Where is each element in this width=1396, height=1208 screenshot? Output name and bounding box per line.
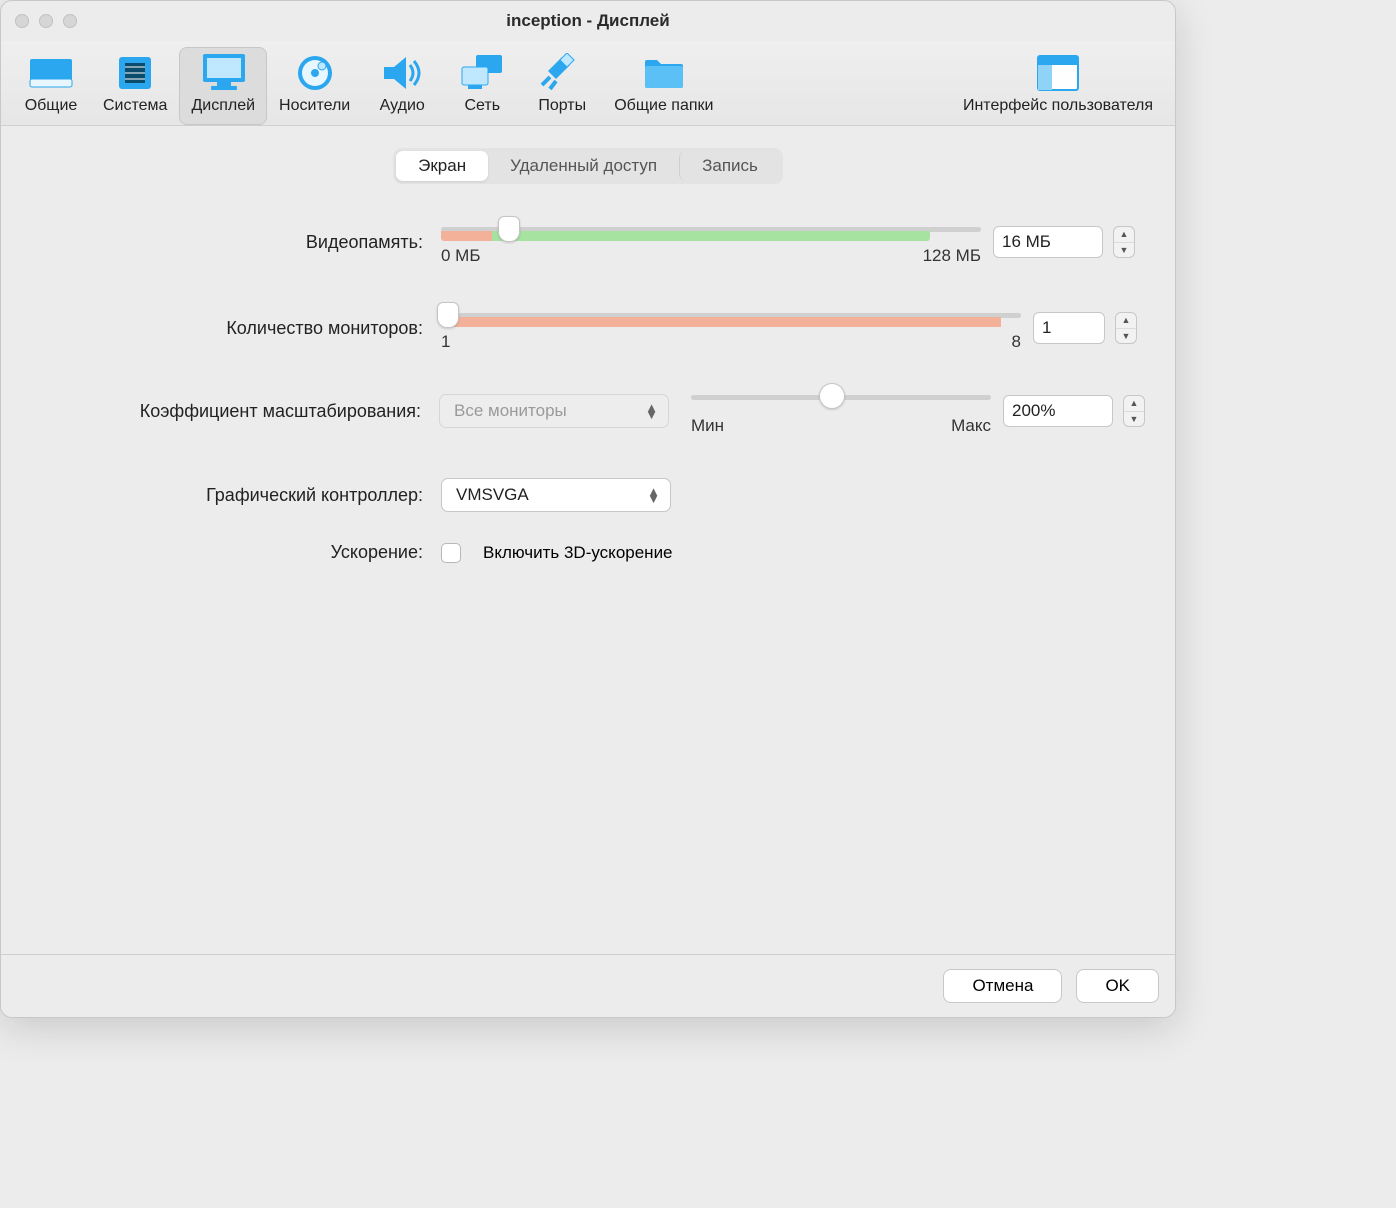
slider-max-label: Макс — [951, 416, 991, 436]
spinbox-scale-factor[interactable]: 200% — [1003, 395, 1113, 427]
toolbar-item-audio[interactable]: Аудио — [362, 47, 442, 125]
subtabs: Экран Удаленный доступ Запись — [393, 148, 783, 184]
audio-icon — [378, 53, 426, 93]
slider-min-label: Мин — [691, 416, 724, 436]
label-graphics-controller: Графический контроллер: — [31, 485, 441, 506]
checkbox-3d-acceleration[interactable] — [441, 543, 461, 563]
slider-min-label: 0 МБ — [441, 246, 481, 266]
toolbar-label: Общие папки — [614, 97, 713, 115]
row-monitor-count: Количество мониторов: 1 8 1 — [31, 304, 1145, 352]
spinbox-monitor-count[interactable]: 1 — [1033, 312, 1105, 344]
tab-remote[interactable]: Удаленный доступ — [488, 151, 679, 181]
slider-thumb[interactable] — [498, 216, 520, 242]
stepper-video-memory[interactable]: ▲ ▼ — [1113, 226, 1135, 258]
row-video-memory: Видеопамять: 0 МБ 128 МБ 16 МБ — [31, 218, 1145, 266]
ok-button[interactable]: OK — [1076, 969, 1159, 1003]
slider-video-memory[interactable] — [441, 218, 981, 240]
titlebar: inception - Дисплей — [1, 1, 1175, 41]
display-icon — [199, 53, 247, 93]
stepper-down-icon[interactable]: ▼ — [1124, 412, 1144, 427]
general-icon — [27, 53, 75, 93]
stepper-up-icon[interactable]: ▲ — [1116, 313, 1136, 329]
slider-monitor-count[interactable] — [441, 304, 1001, 326]
spinbox-value[interactable]: 16 МБ — [994, 227, 1102, 257]
network-icon — [458, 53, 506, 93]
content-area: Экран Удаленный доступ Запись Видеопамят… — [1, 126, 1175, 954]
ui-icon — [1034, 53, 1082, 93]
storage-icon — [291, 53, 339, 93]
slider-thumb[interactable] — [819, 383, 845, 409]
stepper-monitor-count[interactable]: ▲ ▼ — [1115, 312, 1137, 344]
toolbar-item-network[interactable]: Сеть — [442, 47, 522, 125]
stepper-scale-factor[interactable]: ▲ ▼ — [1123, 395, 1145, 427]
settings-toolbar: Общие Система Дисплей Носители — [1, 41, 1175, 126]
toolbar-label: Система — [103, 97, 167, 115]
tab-screen[interactable]: Экран — [396, 151, 488, 181]
label-monitor-count: Количество мониторов: — [31, 318, 441, 339]
folder-icon — [640, 53, 688, 93]
label-acceleration: Ускорение: — [31, 542, 441, 563]
toolbar-label: Аудио — [380, 97, 425, 115]
window-title: inception - Дисплей — [1, 11, 1175, 31]
checkbox-label: Включить 3D-ускорение — [483, 543, 673, 563]
label-video-memory: Видеопамять: — [31, 232, 441, 253]
dialog-footer: Отмена OK — [1, 954, 1175, 1017]
stepper-up-icon[interactable]: ▲ — [1124, 396, 1144, 412]
toolbar-label: Порты — [538, 97, 586, 115]
toolbar-label: Дисплей — [191, 97, 255, 115]
toolbar-label: Носители — [279, 97, 350, 115]
row-scale-factor: Коэффициент масштабирования: Все монитор… — [31, 386, 1145, 436]
spinbox-value[interactable]: 1 — [1034, 313, 1104, 343]
toolbar-item-system[interactable]: Система — [91, 47, 179, 125]
toolbar-item-user-interface[interactable]: Интерфейс пользователя — [951, 47, 1165, 125]
row-acceleration: Ускорение: Включить 3D-ускорение — [31, 542, 1145, 563]
chevron-updown-icon: ▲▼ — [647, 488, 660, 502]
spinbox-value[interactable]: 200% — [1004, 396, 1112, 426]
toolbar-item-general[interactable]: Общие — [11, 47, 91, 125]
chevron-updown-icon: ▲▼ — [645, 404, 658, 418]
slider-scale-factor[interactable] — [691, 386, 991, 408]
settings-window: inception - Дисплей Общие Система Диспле… — [0, 0, 1176, 1018]
toolbar-item-display[interactable]: Дисплей — [179, 47, 267, 125]
stepper-down-icon[interactable]: ▼ — [1116, 329, 1136, 344]
select-value: VMSVGA — [456, 485, 637, 505]
slider-thumb[interactable] — [437, 302, 459, 328]
spinbox-video-memory[interactable]: 16 МБ — [993, 226, 1103, 258]
toolbar-label: Интерфейс пользователя — [963, 97, 1153, 115]
slider-max-label: 8 — [1012, 332, 1021, 352]
select-value: Все мониторы — [454, 401, 635, 421]
toolbar-item-ports[interactable]: Порты — [522, 47, 602, 125]
toolbar-item-shared-folders[interactable]: Общие папки — [602, 47, 725, 125]
cancel-button[interactable]: Отмена — [943, 969, 1062, 1003]
toolbar-label: Общие — [25, 97, 78, 115]
slider-min-label: 1 — [441, 332, 450, 352]
label-scale-factor: Коэффициент масштабирования: — [31, 401, 439, 422]
system-icon — [111, 53, 159, 93]
select-graphics-controller[interactable]: VMSVGA ▲▼ — [441, 478, 671, 512]
ports-icon — [538, 53, 586, 93]
row-graphics-controller: Графический контроллер: VMSVGA ▲▼ — [31, 478, 1145, 512]
stepper-up-icon[interactable]: ▲ — [1114, 227, 1134, 243]
stepper-down-icon[interactable]: ▼ — [1114, 243, 1134, 258]
toolbar-item-storage[interactable]: Носители — [267, 47, 362, 125]
select-scale-monitor[interactable]: Все мониторы ▲▼ — [439, 394, 669, 428]
toolbar-label: Сеть — [464, 97, 500, 115]
tab-recording[interactable]: Запись — [679, 151, 780, 181]
slider-max-label: 128 МБ — [923, 246, 981, 266]
